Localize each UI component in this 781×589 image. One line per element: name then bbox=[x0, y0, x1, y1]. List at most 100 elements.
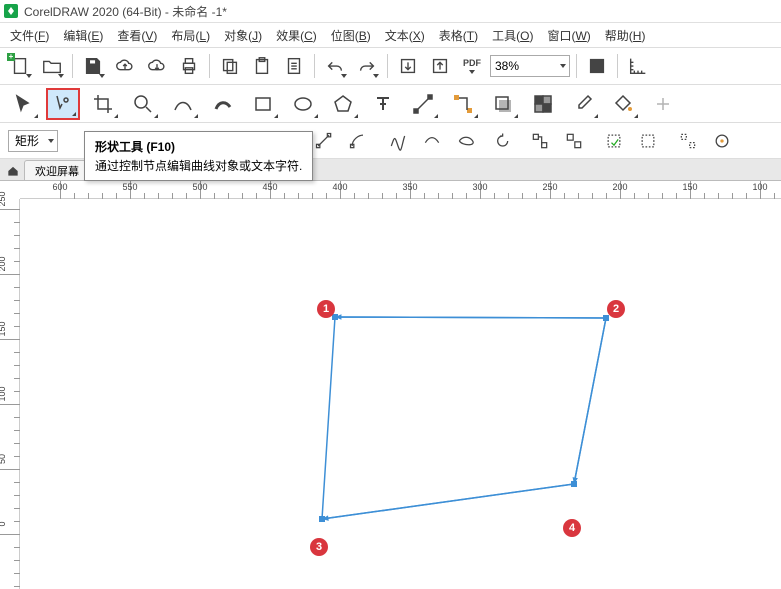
node-convert-line-button[interactable] bbox=[310, 127, 338, 155]
print-button[interactable] bbox=[175, 52, 203, 80]
menu-t[interactable]: 表格(T) bbox=[433, 25, 484, 46]
crop-tool[interactable] bbox=[86, 88, 120, 120]
ruler-h-label: 150 bbox=[682, 182, 697, 192]
fullscreen-preview-button[interactable] bbox=[583, 52, 611, 80]
menu-b[interactable]: 位图(B) bbox=[325, 25, 377, 46]
menu-v[interactable]: 查看(V) bbox=[111, 25, 163, 46]
ruler-v-label: 150 bbox=[0, 319, 7, 339]
zoom-level-combo[interactable]: 38% bbox=[490, 55, 570, 77]
workspace: 600550500450400350300250200150100 250200… bbox=[0, 181, 781, 589]
vertical-ruler[interactable]: 250200150100500 bbox=[0, 199, 20, 589]
tab-welcome-label: 欢迎屏幕 bbox=[35, 163, 79, 179]
ruler-h-label: 600 bbox=[52, 182, 67, 192]
ruler-h-label: 100 bbox=[752, 182, 767, 192]
artistic-media-tool[interactable] bbox=[206, 88, 240, 120]
tab-welcome[interactable]: 欢迎屏幕 bbox=[24, 160, 90, 180]
transparency-tool[interactable] bbox=[526, 88, 560, 120]
text-tool[interactable] bbox=[366, 88, 400, 120]
connector-tool[interactable] bbox=[446, 88, 480, 120]
polygon-shape[interactable] bbox=[20, 199, 780, 589]
extend-curve-button[interactable] bbox=[526, 127, 554, 155]
app-logo-icon bbox=[4, 4, 18, 18]
rectangle-tool[interactable] bbox=[246, 88, 280, 120]
annotation-marker-3: 3 bbox=[310, 538, 328, 556]
ruler-h-label: 400 bbox=[332, 182, 347, 192]
menu-e[interactable]: 编辑(E) bbox=[57, 25, 109, 46]
open-button[interactable] bbox=[38, 52, 66, 80]
menu-c[interactable]: 效果(C) bbox=[270, 25, 323, 46]
redo-button[interactable] bbox=[353, 52, 381, 80]
ruler-h-label: 550 bbox=[122, 182, 137, 192]
reverse-direction-button[interactable] bbox=[492, 127, 520, 155]
drawing-canvas[interactable]: 1 2 3 4 bbox=[20, 199, 781, 589]
annotation-marker-1: 1 bbox=[317, 300, 335, 318]
ruler-v-label: 200 bbox=[0, 254, 7, 274]
align-nodes-button[interactable] bbox=[674, 127, 702, 155]
polygon-tool[interactable] bbox=[326, 88, 360, 120]
ruler-v-label: 50 bbox=[0, 449, 7, 469]
menu-bar: 文件(F)编辑(E)查看(V)布局(L)对象(J)效果(C)位图(B)文本(X)… bbox=[0, 23, 781, 47]
clipboard-button[interactable] bbox=[280, 52, 308, 80]
export-button[interactable] bbox=[426, 52, 454, 80]
add-tool[interactable] bbox=[646, 88, 680, 120]
node-cusp-button[interactable] bbox=[384, 127, 412, 155]
shape-tool-tooltip: 形状工具 (F10) 通过控制节点编辑曲线对象或文本字符. bbox=[84, 131, 313, 181]
ruler-h-label: 500 bbox=[192, 182, 207, 192]
standard-toolbar: + PDF 38% bbox=[0, 47, 781, 85]
pdf-label: PDF bbox=[463, 59, 481, 68]
window-title: CorelDRAW 2020 (64-Bit) - 未命名 -1* bbox=[24, 3, 227, 20]
cloud-upload-button[interactable] bbox=[111, 52, 139, 80]
new-document-button[interactable]: + bbox=[6, 52, 34, 80]
ruler-h-label: 250 bbox=[542, 182, 557, 192]
menu-h[interactable]: 帮助(H) bbox=[599, 25, 652, 46]
save-button[interactable] bbox=[79, 52, 107, 80]
menu-w[interactable]: 窗口(W) bbox=[541, 25, 596, 46]
ruler-h-label: 350 bbox=[402, 182, 417, 192]
freehand-tool[interactable] bbox=[166, 88, 200, 120]
close-curve-button[interactable] bbox=[600, 127, 628, 155]
ruler-v-label: 250 bbox=[0, 189, 7, 209]
copy-button[interactable] bbox=[216, 52, 244, 80]
publish-pdf-button[interactable]: PDF bbox=[458, 52, 486, 80]
ruler-v-label: 100 bbox=[0, 384, 7, 404]
import-button[interactable] bbox=[394, 52, 422, 80]
stretch-nodes-button[interactable] bbox=[634, 127, 662, 155]
annotation-marker-4: 4 bbox=[563, 519, 581, 537]
rect-preset-label: 矩形 bbox=[15, 132, 39, 149]
menu-f[interactable]: 文件(F) bbox=[4, 25, 55, 46]
ruler-h-label: 200 bbox=[612, 182, 627, 192]
dimension-tool[interactable] bbox=[406, 88, 440, 120]
node-symmetric-button[interactable] bbox=[452, 127, 480, 155]
menu-o[interactable]: 工具(O) bbox=[486, 25, 539, 46]
ruler-h-label: 450 bbox=[262, 182, 277, 192]
home-icon[interactable] bbox=[4, 162, 22, 180]
toolbox bbox=[0, 85, 781, 123]
undo-button[interactable] bbox=[321, 52, 349, 80]
annotation-marker-2: 2 bbox=[607, 300, 625, 318]
horizontal-ruler[interactable]: 600 550 500 450 400 350 300 250 200 150 100 bbox=[20, 181, 781, 199]
reflect-nodes-button[interactable] bbox=[708, 127, 736, 155]
menu-l[interactable]: 布局(L) bbox=[165, 25, 216, 46]
rulers-button[interactable] bbox=[624, 52, 652, 80]
drop-shadow-tool[interactable] bbox=[486, 88, 520, 120]
pick-tool[interactable] bbox=[6, 88, 40, 120]
ruler-h-label: 300 bbox=[472, 182, 487, 192]
shape-tool[interactable] bbox=[46, 88, 80, 120]
title-bar: CorelDRAW 2020 (64-Bit) - 未命名 -1* bbox=[0, 0, 781, 23]
eyedropper-tool[interactable] bbox=[566, 88, 600, 120]
rect-preset-combo[interactable]: 矩形 bbox=[8, 130, 58, 152]
tooltip-description: 通过控制节点编辑曲线对象或文本字符. bbox=[95, 157, 302, 174]
ruler-v-label: 0 bbox=[0, 514, 7, 534]
node-smooth-button[interactable] bbox=[418, 127, 446, 155]
node-convert-curve-button[interactable] bbox=[344, 127, 372, 155]
paste-button[interactable] bbox=[248, 52, 276, 80]
zoom-tool[interactable] bbox=[126, 88, 160, 120]
ellipse-tool[interactable] bbox=[286, 88, 320, 120]
menu-j[interactable]: 对象(J) bbox=[218, 25, 268, 46]
cloud-download-button[interactable] bbox=[143, 52, 171, 80]
extract-subpath-button[interactable] bbox=[560, 127, 588, 155]
menu-x[interactable]: 文本(X) bbox=[379, 25, 431, 46]
fill-tool[interactable] bbox=[606, 88, 640, 120]
zoom-value: 38% bbox=[495, 59, 519, 73]
tooltip-title: 形状工具 (F10) bbox=[95, 138, 302, 155]
